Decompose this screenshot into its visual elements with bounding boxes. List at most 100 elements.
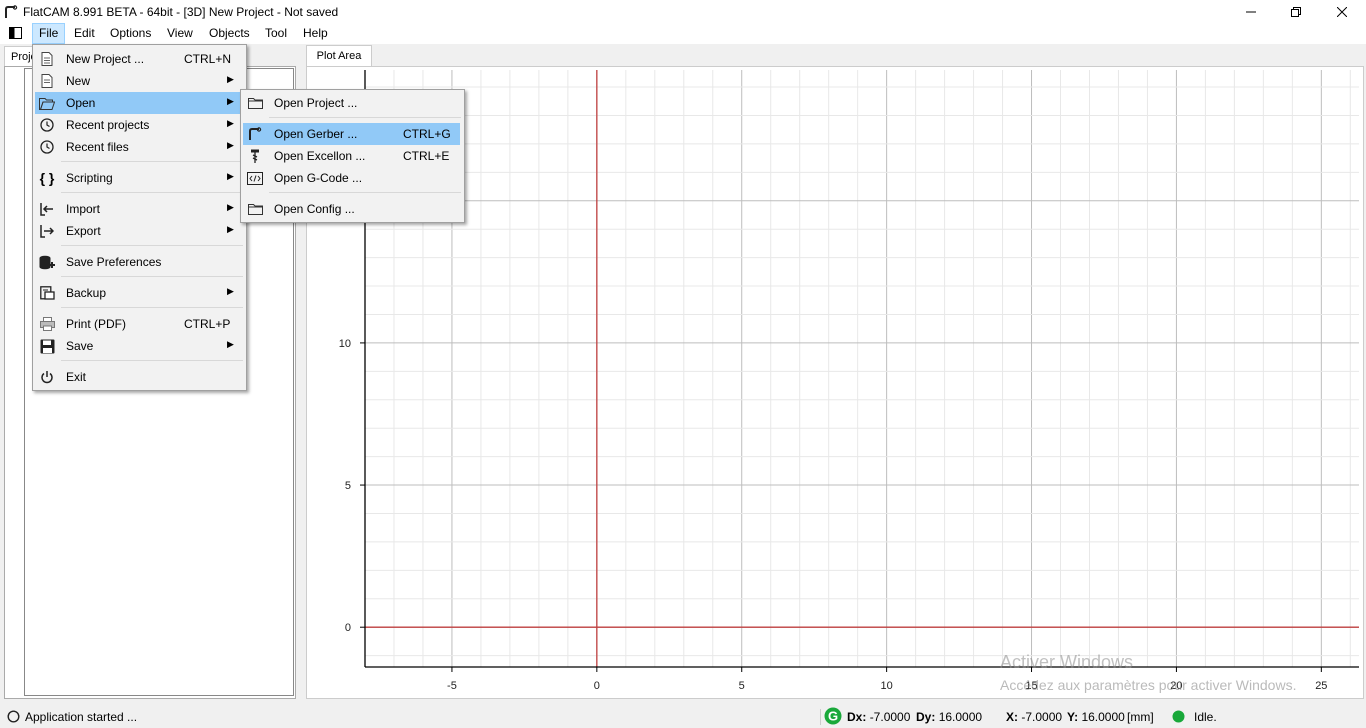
folder-icon	[247, 204, 263, 215]
menu-separator	[61, 161, 243, 162]
flatcam-logo-icon	[5, 5, 18, 18]
y-value: 16.0000	[1081, 710, 1125, 724]
menu-objects[interactable]: Objects	[203, 23, 256, 44]
menu-item-scripting[interactable]: { } Scripting ▶	[35, 167, 244, 189]
menu-item-recent-projects[interactable]: Recent projects ▶	[35, 114, 244, 136]
grid-snap-icon[interactable]: G	[824, 707, 842, 725]
plot-canvas[interactable]: -5 0 5 10 15 20 250510	[307, 67, 1363, 698]
submenu-arrow-icon: ▶	[227, 286, 234, 296]
sidebar-toggle-icon[interactable]	[9, 27, 22, 39]
clock-icon	[40, 118, 54, 132]
open-submenu: Open Project ... Open Gerber ... CTRL+G …	[240, 89, 465, 223]
close-icon	[1337, 6, 1347, 17]
document-icon	[41, 74, 53, 88]
status-circle-icon	[7, 710, 20, 723]
dy-value: 16.0000	[938, 710, 983, 724]
backup-icon	[39, 286, 55, 300]
menu-tool[interactable]: Tool	[259, 23, 293, 44]
y-tick-label: 10	[339, 338, 351, 350]
submenu-arrow-icon: ▶	[227, 224, 234, 234]
menu-view[interactable]: View	[161, 23, 199, 44]
menu-separator	[61, 307, 243, 308]
x-tick-label: -5	[447, 680, 457, 692]
menu-separator	[269, 117, 461, 118]
y-tick-label: 5	[345, 480, 351, 492]
braces-icon: { }	[39, 170, 55, 186]
menu-item-import[interactable]: Import ▶	[35, 198, 244, 220]
dy-label: Dy:	[916, 710, 936, 724]
power-icon	[41, 371, 53, 384]
import-icon	[40, 203, 53, 216]
dx-value: -7.0000	[869, 710, 911, 724]
tab-plot-area[interactable]: Plot Area	[306, 45, 372, 67]
document-icon	[41, 52, 53, 66]
status-divider	[820, 709, 821, 725]
submenu-arrow-icon: ▶	[227, 118, 234, 128]
x-tick-label: 10	[881, 680, 893, 692]
minimize-icon	[1246, 11, 1256, 12]
status-bar: Application started ... G Dx: -7.0000 Dy…	[0, 704, 1366, 728]
code-icon	[247, 171, 263, 185]
clock-icon	[40, 140, 54, 154]
menu-file[interactable]: File	[32, 23, 66, 44]
menu-item-open-gerber[interactable]: Open Gerber ... CTRL+G	[243, 123, 460, 145]
menu-item-open-project[interactable]: Open Project ...	[243, 92, 462, 114]
dx-label: Dx:	[847, 710, 867, 724]
floppy-icon	[40, 339, 54, 353]
menu-item-new-project[interactable]: New Project ... CTRL+N	[35, 48, 244, 70]
restore-button[interactable]	[1273, 0, 1319, 23]
x-label: X:	[1006, 710, 1018, 724]
menu-bar: File Edit Options View Objects Tool Help	[0, 23, 1366, 44]
menu-separator	[269, 192, 461, 193]
status-message: Application started ...	[25, 710, 138, 724]
menu-item-save-preferences[interactable]: Save Preferences	[35, 251, 244, 273]
drill-icon	[251, 149, 259, 163]
y-label: Y:	[1067, 710, 1079, 724]
submenu-arrow-icon: ▶	[227, 140, 234, 150]
menu-item-print-pdf[interactable]: Print (PDF) CTRL+P	[35, 313, 244, 335]
menu-item-backup[interactable]: Backup ▶	[35, 282, 244, 304]
units-label: [mm]	[1127, 710, 1154, 724]
submenu-arrow-icon: ▶	[227, 171, 234, 181]
menu-item-save[interactable]: Save ▶	[35, 335, 244, 357]
gerber-icon	[249, 127, 262, 140]
plot-background	[365, 70, 1359, 667]
status-idle-icon	[1172, 710, 1185, 723]
submenu-arrow-icon: ▶	[227, 96, 234, 106]
menu-item-export[interactable]: Export ▶	[35, 220, 244, 242]
menu-separator	[61, 192, 243, 193]
minimize-button[interactable]	[1228, 0, 1274, 23]
file-menu: New Project ... CTRL+N New ▶ Open ▶ Rece…	[32, 44, 247, 391]
menu-edit[interactable]: Edit	[68, 23, 101, 44]
menu-item-new[interactable]: New ▶	[35, 70, 244, 92]
menu-separator	[61, 360, 243, 361]
x-value: -7.0000	[1021, 710, 1063, 724]
submenu-arrow-icon: ▶	[227, 202, 234, 212]
menu-item-open[interactable]: Open ▶	[35, 92, 240, 114]
menu-item-open-excellon[interactable]: Open Excellon ... CTRL+E	[243, 145, 462, 167]
y-tick-label: 0	[345, 622, 351, 634]
export-icon	[40, 225, 54, 238]
menu-item-exit[interactable]: Exit	[35, 366, 244, 388]
submenu-arrow-icon: ▶	[227, 74, 234, 84]
x-tick-label: 25	[1315, 680, 1327, 692]
menu-item-open-config[interactable]: Open Config ...	[243, 198, 462, 220]
app-state: Idle.	[1194, 710, 1217, 724]
printer-icon	[39, 317, 55, 331]
menu-separator	[61, 245, 243, 246]
x-tick-label: 5	[739, 680, 745, 692]
folder-open-icon	[39, 97, 55, 110]
menu-help[interactable]: Help	[297, 23, 334, 44]
restore-icon	[1291, 6, 1301, 17]
database-icon	[39, 255, 55, 269]
menu-item-open-gcode[interactable]: Open G-Code ...	[243, 167, 462, 189]
title-bar: FlatCAM 8.991 BETA - 64bit - [3D] New Pr…	[0, 0, 1366, 23]
activation-watermark-title: Activer Windows	[1000, 652, 1134, 672]
x-tick-label: 0	[594, 680, 600, 692]
menu-separator	[61, 276, 243, 277]
menu-item-recent-files[interactable]: Recent files ▶	[35, 136, 244, 158]
menu-options[interactable]: Options	[104, 23, 157, 44]
close-button[interactable]	[1319, 0, 1365, 23]
svg-text:G: G	[828, 709, 838, 724]
submenu-arrow-icon: ▶	[227, 339, 234, 349]
